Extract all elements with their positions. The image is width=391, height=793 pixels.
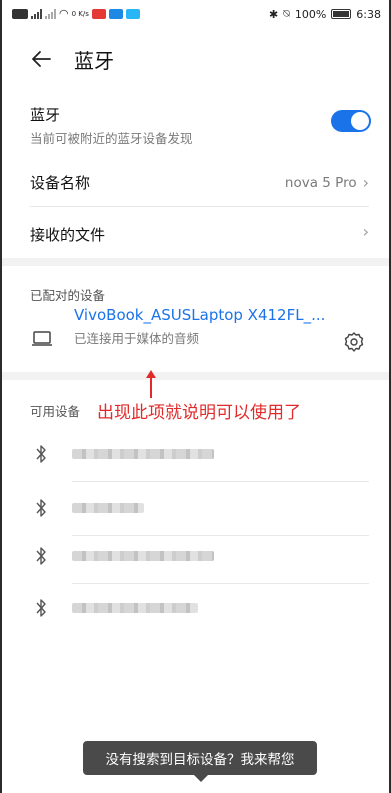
divider: [30, 206, 369, 207]
bluetooth-visibility-text: 当前可被附近的蓝牙设备发现: [30, 131, 193, 146]
gear-icon[interactable]: [343, 331, 365, 353]
hd-icon: [12, 8, 28, 19]
bluetooth-icon: [36, 499, 46, 517]
available-device-name: [72, 603, 198, 613]
signal-icon-2: [45, 8, 56, 19]
chevron-right-icon: ›: [362, 222, 369, 241]
received-files-row[interactable]: 接收的文件: [30, 224, 369, 245]
available-device-row[interactable]: [30, 582, 369, 636]
bluetooth-icon: [36, 547, 46, 565]
battery-percent: 100%: [294, 7, 327, 21]
wifi-icon: ◠: [59, 7, 69, 20]
chevron-right-icon: ›: [362, 173, 369, 192]
clock: 6:38: [356, 7, 381, 21]
laptop-icon: [32, 331, 52, 346]
available-device-name: [72, 503, 144, 513]
device-name-value: nova 5 Pro: [284, 174, 357, 191]
app-notification-icon-3: [125, 8, 140, 19]
help-tooltip-text: 没有搜索到目标设备？我来帮您: [105, 752, 295, 768]
signal-icon: [31, 8, 42, 19]
device-name-value-group[interactable]: nova 5 Pro ›: [285, 173, 369, 192]
received-files-label: 接收的文件: [30, 226, 106, 244]
app-notification-icon: [91, 8, 106, 19]
available-device-name: [72, 449, 214, 459]
bluetooth-icon: [36, 599, 46, 617]
back-arrow-icon[interactable]: [30, 48, 52, 70]
page-title: 蓝牙: [74, 48, 114, 73]
status-right: ✱ ⍉ 100% 6:38: [269, 7, 381, 21]
paired-devices-title: 已配对的设备: [30, 288, 106, 303]
bluetooth-status-icon: ✱: [269, 7, 279, 21]
available-device-row[interactable]: [30, 530, 369, 584]
bluetooth-label: 蓝牙: [30, 106, 61, 124]
available-device-row[interactable]: [30, 428, 369, 482]
bluetooth-switch[interactable]: [331, 110, 371, 132]
received-files-chevron[interactable]: ›: [363, 222, 369, 241]
mute-icon: ⍉: [283, 7, 290, 20]
battery-icon: [331, 9, 352, 19]
switch-knob: [351, 112, 369, 130]
paired-device-name[interactable]: VivoBook_ASUSLaptop X412FL_...: [74, 306, 325, 324]
available-devices-title: 可用设备: [30, 404, 81, 419]
status-left: ◠ 0 K/s: [12, 7, 140, 20]
status-bar: ◠ 0 K/s ✱ ⍉ 100% 6:38: [0, 0, 391, 28]
annotation-text: 出现此项就说明可以使用了: [97, 403, 301, 423]
paired-device-status: 已连接用于媒体的音频: [74, 331, 200, 346]
section-gap: [2, 258, 389, 266]
help-tooltip[interactable]: 没有搜索到目标设备？我来帮您: [83, 741, 317, 782]
annotation-arrow-icon: [146, 370, 156, 398]
header: 蓝牙: [30, 44, 114, 74]
app-notification-icon-2: [108, 8, 123, 19]
available-device-row[interactable]: [30, 482, 369, 536]
section-gap: [2, 372, 389, 380]
available-device-name: [72, 551, 214, 561]
bluetooth-icon: [36, 445, 46, 463]
net-speed: 0 K/s: [71, 9, 89, 18]
bluetooth-toggle-row[interactable]: 蓝牙 当前可被附近的蓝牙设备发现: [30, 104, 369, 147]
